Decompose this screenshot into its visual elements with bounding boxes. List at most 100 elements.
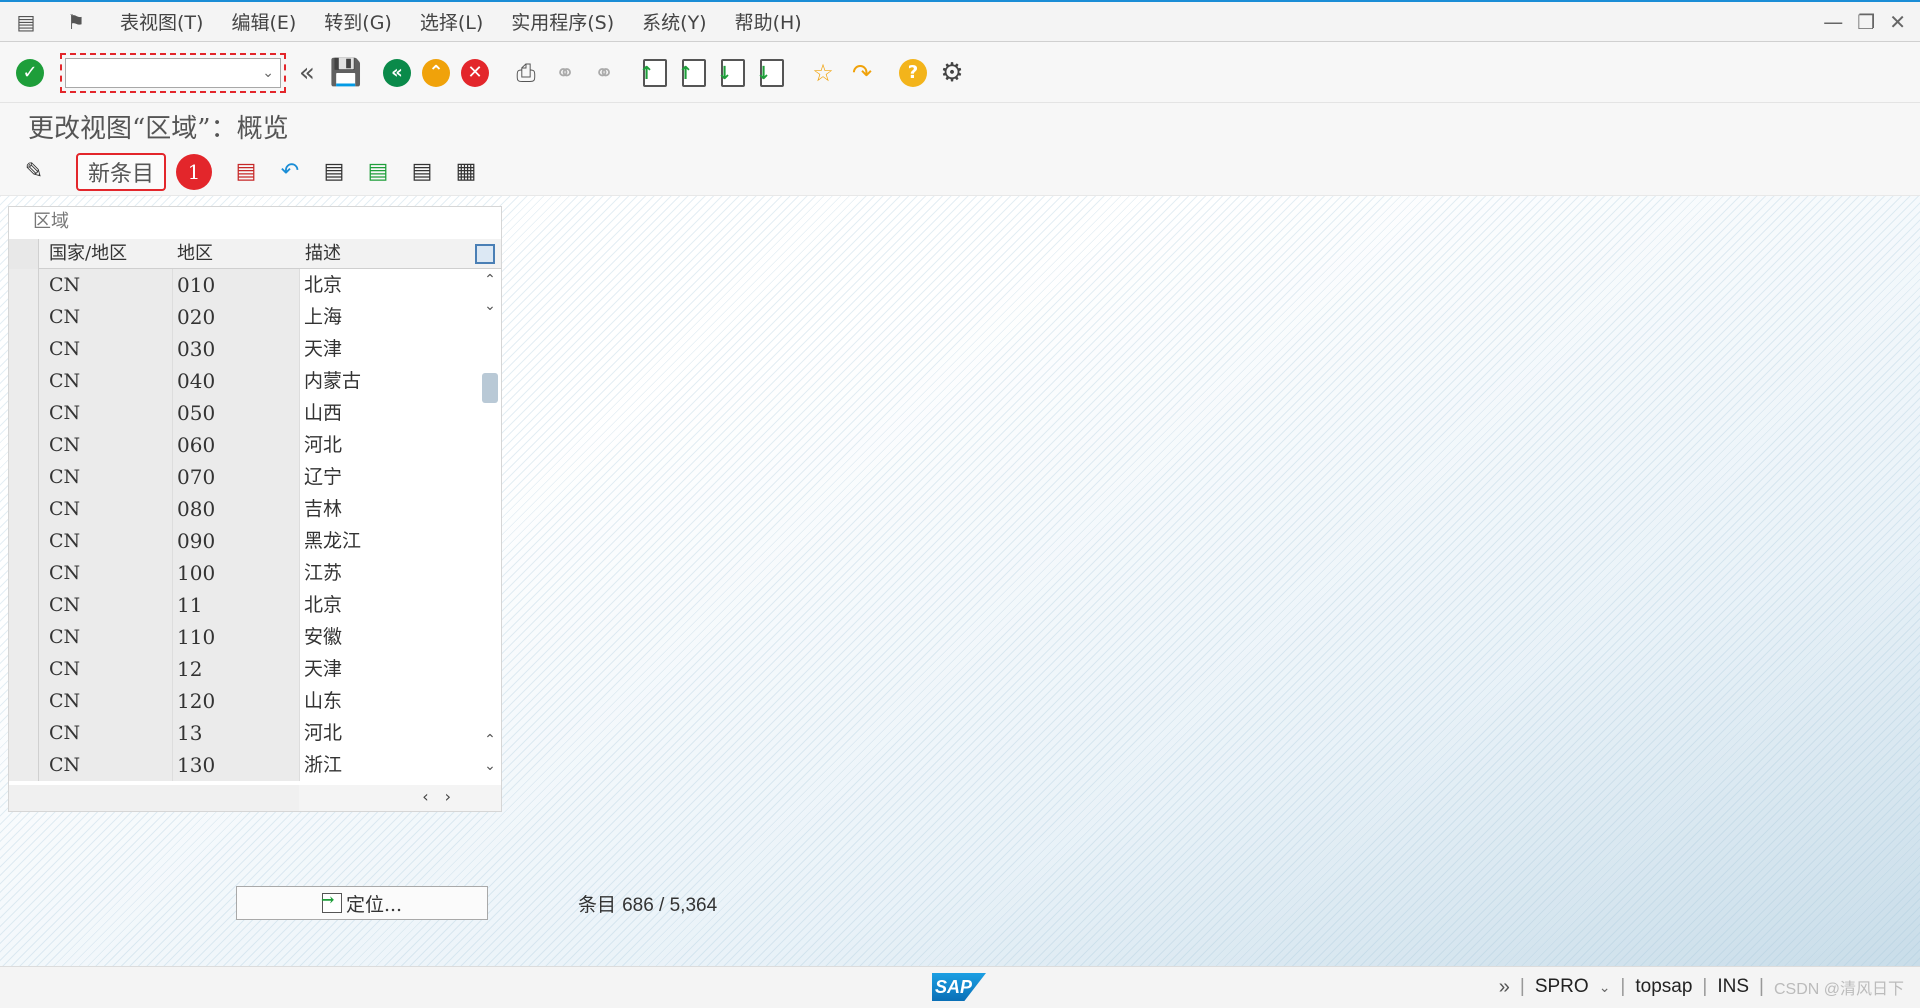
cell-description[interactable]: 天津: [299, 333, 481, 365]
transaction-code[interactable]: SPRO: [1535, 976, 1589, 998]
row-selector[interactable]: [9, 365, 39, 397]
table-row[interactable]: CN 040 内蒙古: [9, 365, 501, 397]
table-row[interactable]: CN 12 天津: [9, 653, 501, 685]
cell-description[interactable]: 山东: [299, 685, 481, 717]
row-selector[interactable]: [9, 397, 39, 429]
column-header-description[interactable]: 描述: [305, 239, 341, 269]
last-page-icon[interactable]: ↓: [754, 55, 790, 91]
table-row[interactable]: CN 13 河北: [9, 717, 501, 749]
cell-region[interactable]: 13: [173, 717, 299, 749]
pin-icon[interactable]: ⚑: [62, 10, 90, 34]
row-selector[interactable]: [9, 493, 39, 525]
cell-region[interactable]: 080: [173, 493, 299, 525]
table-row[interactable]: CN 080 吉林: [9, 493, 501, 525]
cell-country[interactable]: CN: [39, 621, 173, 653]
settings-icon[interactable]: ⚙: [934, 55, 970, 91]
find-icon[interactable]: ⚭: [547, 55, 583, 91]
table-row[interactable]: CN 030 天津: [9, 333, 501, 365]
scroll-up-bottom-icon[interactable]: ⌃: [479, 729, 501, 751]
help-icon[interactable]: ?: [895, 55, 931, 91]
cell-description[interactable]: 浙江: [299, 749, 481, 781]
table-row[interactable]: CN 010 北京: [9, 269, 501, 301]
row-selector[interactable]: [9, 461, 39, 493]
new-entries-button[interactable]: 新条目: [76, 152, 167, 191]
cell-country[interactable]: CN: [39, 557, 173, 589]
display-change-icon[interactable]: ✎: [14, 154, 54, 190]
row-selector[interactable]: [9, 429, 39, 461]
cell-country[interactable]: CN: [39, 589, 173, 621]
check-icon[interactable]: ✓: [12, 55, 48, 91]
menu-item-help[interactable]: 帮助(H): [735, 8, 802, 35]
position-button[interactable]: 定位...: [236, 886, 488, 920]
page-down-icon[interactable]: ⌄: [479, 295, 501, 317]
table-settings-icon[interactable]: [475, 244, 495, 264]
cell-region[interactable]: 040: [173, 365, 299, 397]
back-icon[interactable]: «: [379, 55, 415, 91]
row-selector[interactable]: [9, 301, 39, 333]
create-session-icon[interactable]: ☆: [805, 55, 841, 91]
previous-page-icon[interactable]: ↑: [676, 55, 712, 91]
cell-region[interactable]: 130: [173, 749, 299, 781]
column-header-region[interactable]: 地区: [177, 239, 213, 269]
cell-description[interactable]: 河北: [299, 717, 481, 749]
row-selector[interactable]: [9, 653, 39, 685]
cell-country[interactable]: CN: [39, 653, 173, 685]
table-row[interactable]: CN 130 浙江: [9, 749, 501, 781]
cell-country[interactable]: CN: [39, 429, 173, 461]
scroll-right-icon[interactable]: ›: [445, 787, 467, 806]
exit-icon[interactable]: ⌃: [418, 55, 454, 91]
cell-description[interactable]: 黑龙江: [299, 525, 481, 557]
table-row[interactable]: CN 110 安徽: [9, 621, 501, 653]
menu-item-goto[interactable]: 转到(G): [324, 8, 392, 35]
shortcut-icon[interactable]: ↷: [844, 55, 880, 91]
table-row[interactable]: CN 120 山东: [9, 685, 501, 717]
cell-region[interactable]: 070: [173, 461, 299, 493]
cancel-icon[interactable]: ✕: [457, 55, 493, 91]
cell-description[interactable]: 内蒙古: [299, 365, 481, 397]
cell-region[interactable]: 100: [173, 557, 299, 589]
cell-description[interactable]: 天津: [299, 653, 481, 685]
cell-description[interactable]: 安徽: [299, 621, 481, 653]
back-double-icon[interactable]: «: [289, 55, 325, 91]
cell-description[interactable]: 吉林: [299, 493, 481, 525]
row-selector[interactable]: [9, 621, 39, 653]
delete-icon[interactable]: ▤: [226, 154, 266, 190]
table-row[interactable]: CN 11 北京: [9, 589, 501, 621]
command-field[interactable]: ⌄: [65, 57, 281, 88]
table-row[interactable]: CN 090 黑龙江: [9, 525, 501, 557]
cell-description[interactable]: 江苏: [299, 557, 481, 589]
cell-country[interactable]: CN: [39, 717, 173, 749]
menu-item-table-view[interactable]: 表视图(T): [120, 8, 203, 35]
cell-country[interactable]: CN: [39, 269, 173, 301]
cell-region[interactable]: 050: [173, 397, 299, 429]
row-selector[interactable]: [9, 685, 39, 717]
cell-country[interactable]: CN: [39, 525, 173, 557]
table-row[interactable]: CN 100 江苏: [9, 557, 501, 589]
cell-country[interactable]: CN: [39, 365, 173, 397]
table-row[interactable]: CN 060 河北: [9, 429, 501, 461]
cell-country[interactable]: CN: [39, 397, 173, 429]
undo-icon[interactable]: ↶: [270, 154, 310, 190]
menu-item-selection[interactable]: 选择(L): [420, 8, 483, 35]
row-selector[interactable]: [9, 269, 39, 301]
deselect-all-icon[interactable]: ▤: [402, 154, 442, 190]
cell-description[interactable]: 上海: [299, 301, 481, 333]
cell-country[interactable]: CN: [39, 685, 173, 717]
select-all-icon[interactable]: ▤: [314, 154, 354, 190]
print-icon[interactable]: ⎙: [508, 55, 544, 91]
vertical-scrollbar[interactable]: ⌃ ⌄ ⌃ ⌄: [479, 269, 501, 781]
system-menu-icon[interactable]: ▤: [12, 10, 40, 34]
row-selector[interactable]: [9, 749, 39, 781]
cell-description[interactable]: 山西: [299, 397, 481, 429]
cell-country[interactable]: CN: [39, 749, 173, 781]
horizontal-scrollbar[interactable]: ‹›: [9, 785, 501, 811]
column-header-country[interactable]: 国家/地区: [49, 239, 127, 269]
cell-region[interactable]: 120: [173, 685, 299, 717]
print-field-list-icon[interactable]: ▦: [446, 154, 486, 190]
menu-item-edit[interactable]: 编辑(E): [231, 8, 296, 35]
cell-country[interactable]: CN: [39, 301, 173, 333]
cell-region[interactable]: 060: [173, 429, 299, 461]
chevron-down-icon[interactable]: ⌄: [262, 64, 274, 81]
close-icon[interactable]: ✕: [1889, 10, 1906, 34]
expand-status-icon[interactable]: »: [1499, 976, 1510, 999]
